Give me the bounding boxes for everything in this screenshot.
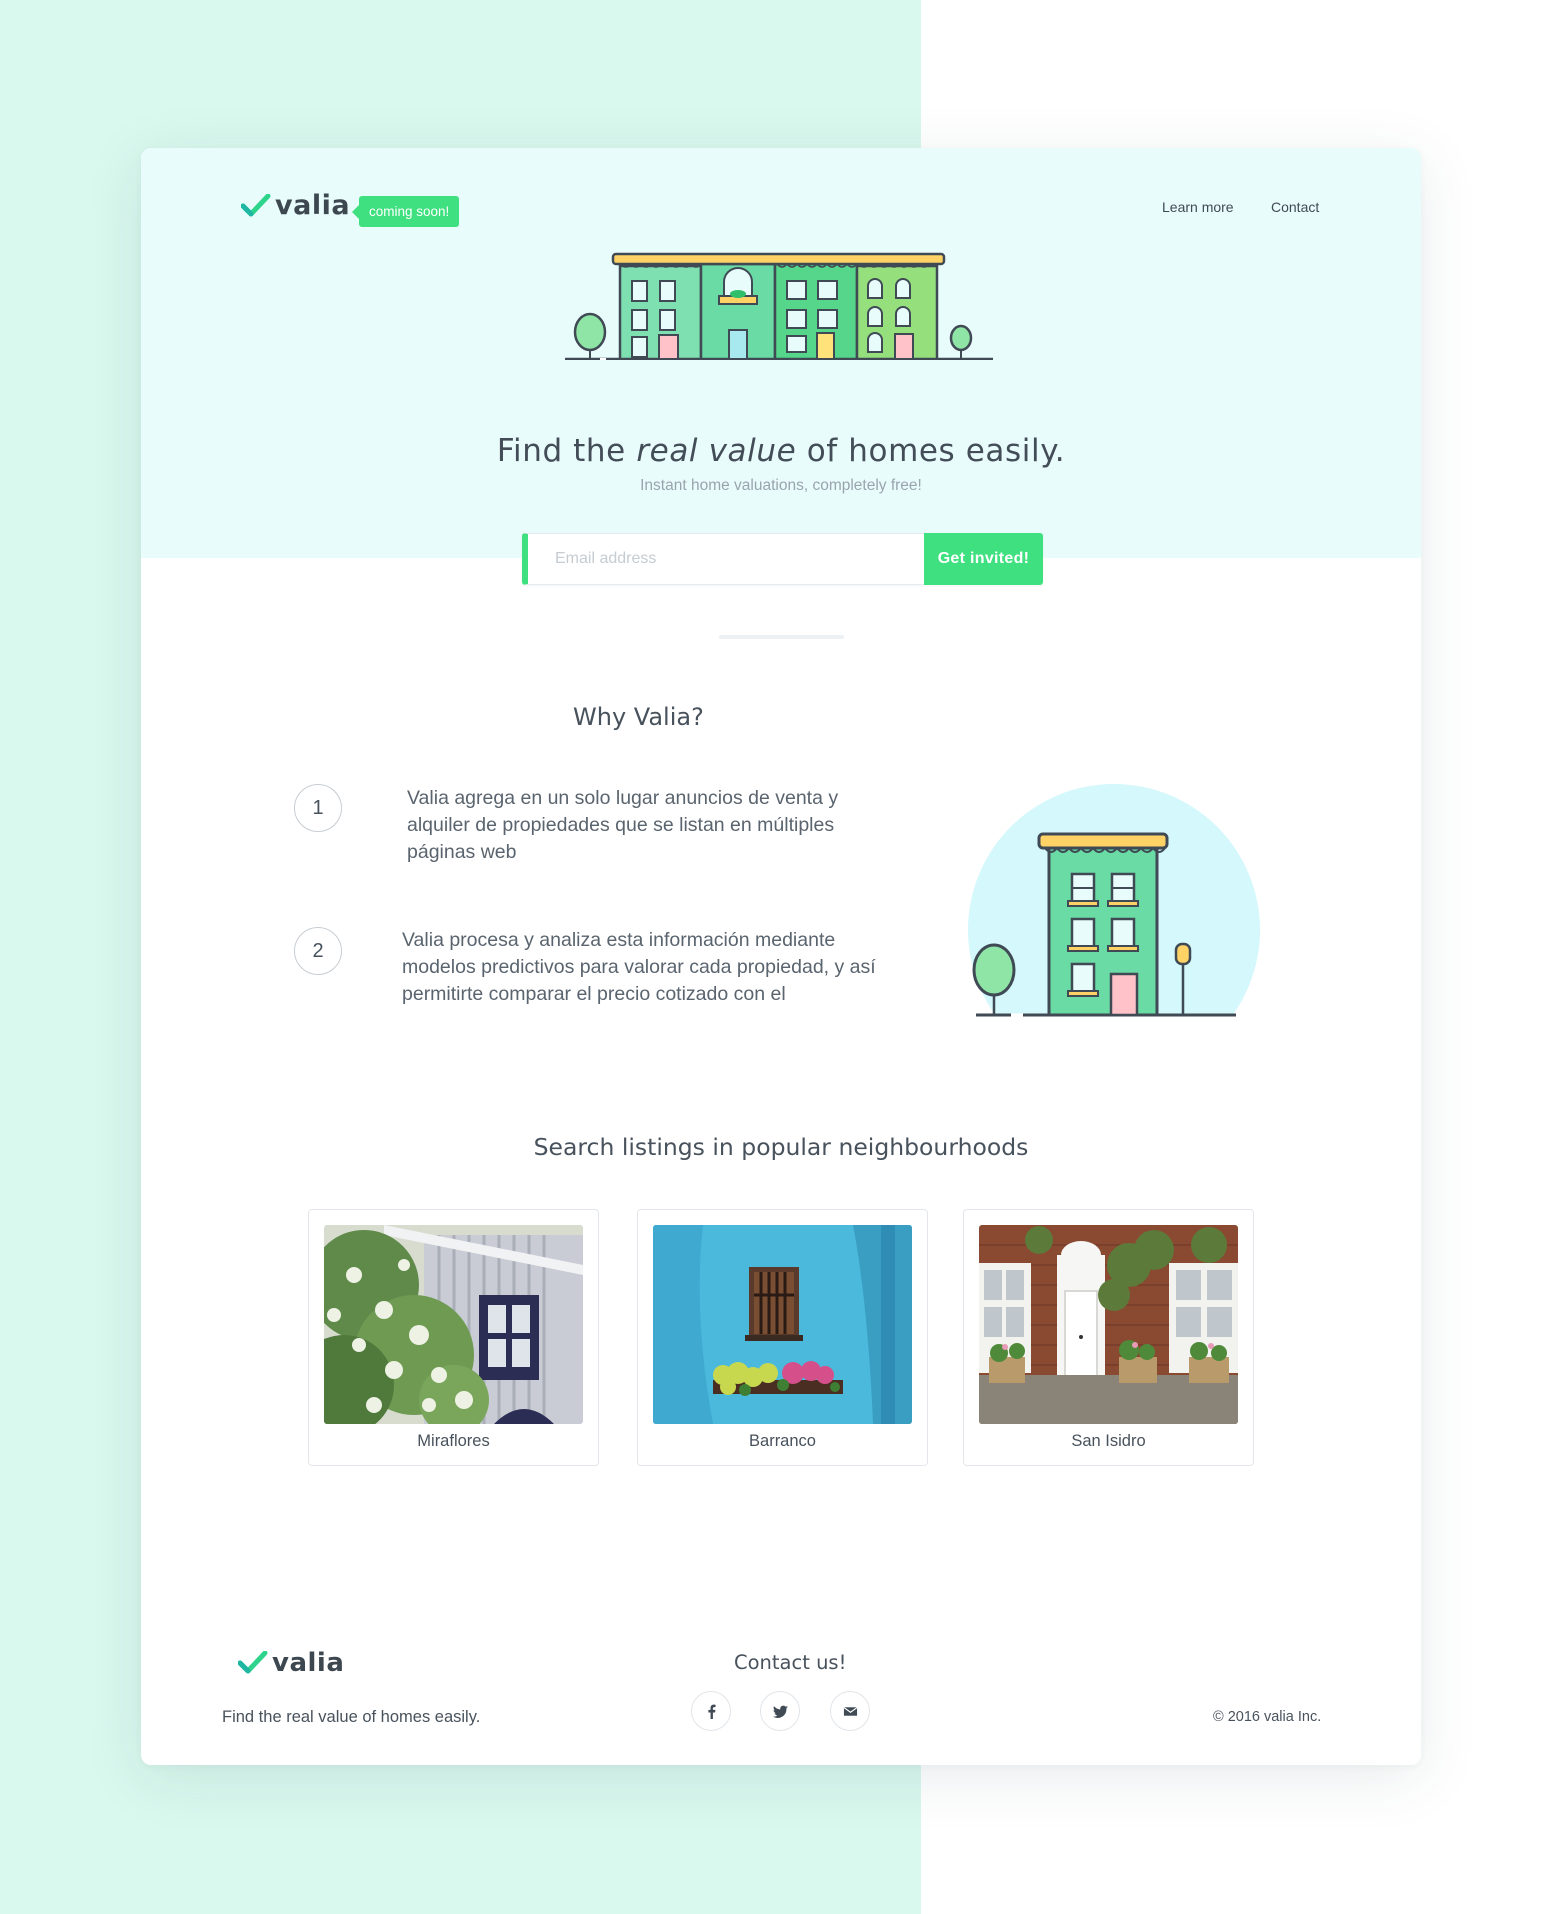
checkmark-logo-icon <box>241 193 271 216</box>
contact-us-title: Contact us! <box>734 1651 847 1674</box>
copyright: © 2016 valia Inc. <box>1213 1709 1322 1725</box>
logo-wordmark: valia <box>275 190 351 221</box>
footer-tagline: Find the real value of homes easily. <box>222 1708 481 1726</box>
house-circle-illustration <box>968 784 1260 1017</box>
footer-logo[interactable]: valia <box>238 1648 344 1678</box>
neighbourhood-name: Miraflores <box>417 1432 490 1450</box>
header-logo[interactable]: valia <box>241 190 350 221</box>
nav-contact[interactable]: Contact <box>1271 199 1319 215</box>
email-input[interactable] <box>522 533 924 585</box>
step-text-1: Valia agrega en un solo lugar anuncios d… <box>407 787 839 863</box>
mail-icon <box>843 1706 857 1716</box>
neighbourhoods-title: Search listings in popular neighbourhood… <box>533 1133 1029 1161</box>
landing-page-card: valia coming soon! Learn more Contact Fi… <box>141 148 1421 1765</box>
signup-form: Get invited! <box>522 533 1043 585</box>
why-valia-title: Why Valia? <box>573 703 704 731</box>
neighbourhood-card-san-isidro[interactable]: San Isidro <box>963 1209 1254 1466</box>
logo-wordmark: valia <box>272 1648 345 1678</box>
townhouses-illustration <box>565 252 993 360</box>
neighbourhood-name: Barranco <box>749 1432 816 1450</box>
twitter-button[interactable] <box>760 1691 800 1731</box>
neighbourhood-card-barranco[interactable]: Barranco <box>637 1209 928 1466</box>
hero-headline: Find the real value of homes easily. <box>496 433 1066 469</box>
checkmark-logo-icon <box>238 1651 268 1674</box>
twitter-icon <box>772 1705 788 1718</box>
neighbourhood-name: San Isidro <box>1071 1432 1146 1450</box>
facebook-icon <box>707 1704 716 1719</box>
nav-learn-more[interactable]: Learn more <box>1162 199 1234 215</box>
san-isidro-photo <box>979 1225 1238 1424</box>
neighbourhood-card-miraflores[interactable]: Miraflores <box>308 1209 599 1466</box>
miraflores-photo <box>324 1225 583 1424</box>
barranco-photo <box>653 1225 912 1424</box>
mail-button[interactable] <box>830 1691 870 1731</box>
step-number-2: 2 <box>294 927 342 975</box>
get-invited-button[interactable]: Get invited! <box>924 533 1043 585</box>
step-text-2: Valia procesa y analiza esta información… <box>402 929 876 1005</box>
step-number-1: 1 <box>294 784 342 832</box>
coming-soon-badge: coming soon! <box>351 196 460 227</box>
hero-subline: Instant home valuations, completely free… <box>640 477 922 494</box>
section-divider <box>719 635 844 639</box>
facebook-button[interactable] <box>691 1691 731 1731</box>
